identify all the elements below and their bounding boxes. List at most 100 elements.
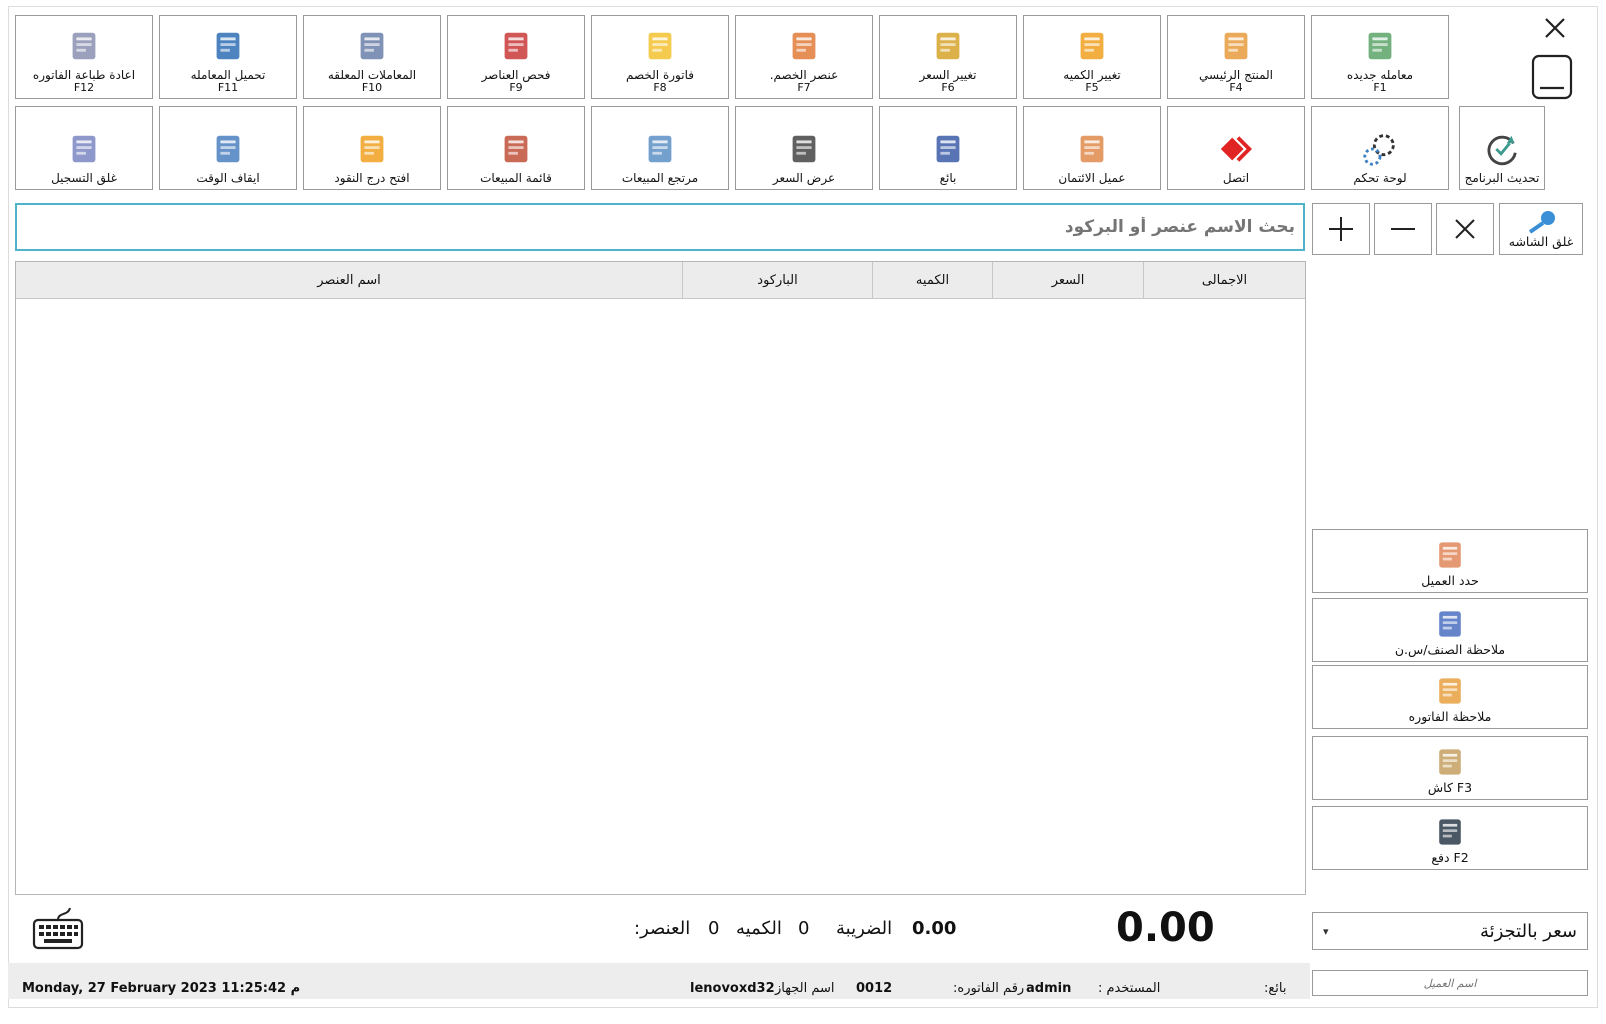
- toolbar-button-f4[interactable]: المنتج الرئيسي F4: [1167, 15, 1305, 99]
- toolbar-button-shortcut: F6: [941, 81, 955, 94]
- customer-name-input[interactable]: [1312, 970, 1588, 996]
- credit-customer-button[interactable]: عميل الائتمان: [1023, 106, 1161, 190]
- close-register-button[interactable]: غلق التسجيل: [15, 106, 153, 190]
- toolbar-button-shortcut: F7: [797, 81, 811, 94]
- toolbar-button-label: عنصر الخصم.: [769, 68, 839, 82]
- toolbar-button-shortcut: F9: [509, 81, 523, 94]
- invoice-value: 0012: [856, 981, 893, 996]
- toolbar-button-label: عميل الائتمان: [1058, 171, 1126, 185]
- toolbar-button-label: معامله جديده: [1346, 68, 1414, 82]
- clear-item-button[interactable]: [1436, 203, 1494, 255]
- cash-drawer-icon: [360, 135, 384, 163]
- device-label: اسم الجهاز: [775, 981, 835, 996]
- reduce-quantity-button[interactable]: [1374, 203, 1432, 255]
- side-button-label: ملاحظة الصنف/س.ن: [1394, 642, 1506, 657]
- toolbar-button-f9[interactable]: فحص العناصر F9: [447, 15, 585, 99]
- seller-button[interactable]: بائع: [879, 106, 1017, 190]
- load-transaction-icon: [216, 32, 240, 60]
- user-value: admin: [1026, 981, 1072, 996]
- select-customer-button[interactable]: حدد العميل: [1312, 529, 1588, 593]
- sales-list-button[interactable]: قائمة المبيعات: [447, 106, 585, 190]
- user-label: المستخدم :: [1098, 981, 1161, 996]
- connect-button[interactable]: اتصل: [1167, 106, 1305, 190]
- tax-value-wrap: 0.00: [912, 908, 956, 948]
- printer-icon: [72, 32, 96, 60]
- toolbar-button-f12[interactable]: اعادة طباعة الفاتوره F12: [15, 15, 153, 99]
- keyboard-button[interactable]: [32, 906, 84, 952]
- toolbar-button-label: قائمة المبيعات: [480, 171, 552, 185]
- toolbar-button-label: ايقاف الوقت: [196, 171, 260, 185]
- add-quantity-button[interactable]: [1312, 203, 1370, 255]
- search-input[interactable]: [15, 203, 1305, 251]
- cash-icon: [1439, 749, 1461, 775]
- discount-invoice-icon: [648, 32, 672, 60]
- sales-return-button[interactable]: مرتجع المبيعات: [591, 106, 729, 190]
- credit-customer-icon: [1080, 135, 1104, 163]
- column-total[interactable]: الاجمالى: [1143, 262, 1305, 298]
- minimize-window-button[interactable]: [1524, 53, 1573, 101]
- side-button-label: F2 دفع: [1431, 850, 1469, 865]
- chevron-down-icon: ▾: [1323, 924, 1329, 938]
- toolbar-button-label: تغيير الكميه: [1063, 68, 1121, 82]
- toolbar-button-f10[interactable]: المعاملات المعلقه F10: [303, 15, 441, 99]
- quantity-label-wrap: الكميه: [736, 908, 782, 948]
- lock-screen-label: غلق الشاشه: [1508, 233, 1574, 249]
- close-icon: [1455, 219, 1475, 239]
- grand-total: 0.00: [1116, 905, 1215, 951]
- main-product-icon: [1224, 32, 1248, 60]
- toolbar-button-label: غلق التسجيل: [51, 171, 117, 185]
- update-program-button[interactable]: تحديث البرنامج: [1459, 106, 1545, 190]
- side-button-label: حدد العميل: [1421, 573, 1479, 588]
- change-price-icon: [936, 32, 960, 60]
- tax-value: 0.00: [912, 917, 957, 939]
- toolbar-button-label: تحميل المعامله: [190, 68, 266, 82]
- invoice-note-button[interactable]: ملاحظة الفاتوره: [1312, 665, 1588, 729]
- price-quote-button[interactable]: عرض السعر: [735, 106, 873, 190]
- toolbar-button-label: تغيير السعر: [919, 68, 977, 82]
- toolbar-button-label: اتصل: [1222, 171, 1250, 185]
- column-item-name[interactable]: اسم العنصر: [16, 262, 682, 298]
- lock-screen-button[interactable]: غلق الشاشه: [1499, 203, 1583, 255]
- seller-icon: [936, 135, 960, 163]
- toolbar-button-f6[interactable]: تغيير السعر F6: [879, 15, 1017, 99]
- toolbar-button-f7[interactable]: عنصر الخصم. F7: [735, 15, 873, 99]
- clock-icon: [216, 135, 240, 163]
- column-price[interactable]: السعر: [992, 262, 1143, 298]
- close-window-button[interactable]: [1536, 12, 1572, 46]
- toolbar-button-f1[interactable]: معامله جديده F1: [1311, 15, 1449, 99]
- minimize-icon: [1531, 54, 1573, 100]
- change-quantity-icon: [1080, 32, 1104, 60]
- cash-button[interactable]: F3 كاش: [1312, 736, 1588, 800]
- toolbar-button-shortcut: F11: [217, 81, 239, 94]
- column-quantity[interactable]: الكميه: [872, 262, 992, 298]
- control-panel-button[interactable]: لوحة تحكم: [1311, 106, 1449, 190]
- item-label-wrap: العنصر:: [634, 908, 690, 948]
- toolbar-button-label: فحص العناصر: [481, 68, 551, 82]
- toolbar-button-f5[interactable]: تغيير الكميه F5: [1023, 15, 1161, 99]
- toolbar-button-shortcut: F1: [1373, 81, 1387, 94]
- price-type-select[interactable]: ▾ سعر بالتجزئة: [1312, 912, 1588, 950]
- pause-time-button[interactable]: ايقاف الوقت: [159, 106, 297, 190]
- toolbar-button-shortcut: F12: [73, 81, 95, 94]
- open-cash-drawer-button[interactable]: افتح درج النقود: [303, 106, 441, 190]
- toolbar-button-label: بائع: [939, 171, 957, 185]
- toolbar-button-f11[interactable]: تحميل المعامله F11: [159, 15, 297, 99]
- toolbar-button-f8[interactable]: فاتورة الخصم F8: [591, 15, 729, 99]
- tax-label: الضريبة: [836, 917, 893, 939]
- new-transaction-icon: [1368, 32, 1392, 60]
- pay-button[interactable]: F2 دفع: [1312, 806, 1588, 870]
- refresh-icon: [1487, 135, 1517, 166]
- side-button-label: F3 كاش: [1427, 780, 1473, 795]
- quantity-value-wrap: 0: [798, 908, 809, 948]
- toolbar-button-label: فاتورة الخصم: [626, 68, 694, 82]
- item-note-button[interactable]: ملاحظة الصنف/س.ن: [1312, 598, 1588, 662]
- column-barcode[interactable]: الباركود: [682, 262, 872, 298]
- discount-item-icon: [792, 32, 816, 60]
- register-icon: [72, 135, 96, 163]
- invoice-label: رقم الفاتوره:: [953, 981, 1025, 996]
- seller-label: بائع:: [1264, 981, 1287, 996]
- keyboard-icon: [32, 907, 84, 950]
- item-note-icon: [1439, 611, 1461, 637]
- items-table: الاجمالى السعر الكميه الباركود اسم العنص…: [15, 261, 1306, 895]
- toolbar-button-shortcut: F4: [1229, 81, 1243, 94]
